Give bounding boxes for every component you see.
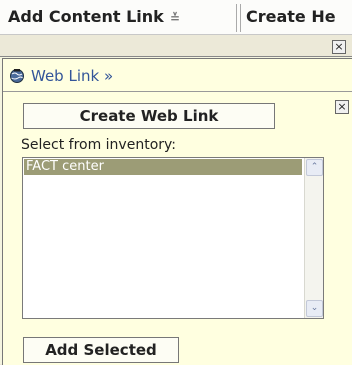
toolbar-divider xyxy=(236,4,237,32)
inventory-listbox[interactable]: FACT center ⌃ ⌄ xyxy=(22,157,324,319)
add-content-link-button[interactable]: Add Content Link ≚ xyxy=(8,0,180,34)
toolbar-divider xyxy=(240,4,241,32)
create-web-link-button[interactable]: Create Web Link xyxy=(23,103,275,129)
panel-divider xyxy=(3,91,352,92)
close-icon[interactable]: × xyxy=(335,100,349,114)
toolbar: Add Content Link ≚ Create He xyxy=(0,0,352,35)
add-selected-button[interactable]: Add Selected xyxy=(23,337,179,363)
chevron-down-icon: ≚ xyxy=(169,11,180,25)
close-icon[interactable]: × xyxy=(332,40,346,54)
window-titlebar: × xyxy=(0,36,352,57)
web-link-window: × Web Link » × Create Web Link Select fr… xyxy=(0,36,352,365)
scroll-up-icon[interactable]: ⌃ xyxy=(306,159,323,176)
create-button[interactable]: Create He xyxy=(246,0,336,34)
web-link-header[interactable]: Web Link » xyxy=(9,65,113,87)
scrollbar[interactable]: ⌃ ⌄ xyxy=(304,158,323,318)
globe-icon xyxy=(10,69,24,83)
add-content-link-label: Add Content Link xyxy=(8,7,164,26)
web-link-panel: Web Link » × Create Web Link Select from… xyxy=(2,58,352,365)
select-from-inventory-label: Select from inventory: xyxy=(21,137,176,153)
create-label: Create He xyxy=(246,7,336,26)
list-item[interactable]: FACT center xyxy=(24,159,302,175)
scroll-down-icon[interactable]: ⌄ xyxy=(306,300,323,317)
web-link-label: Web Link » xyxy=(31,67,114,85)
